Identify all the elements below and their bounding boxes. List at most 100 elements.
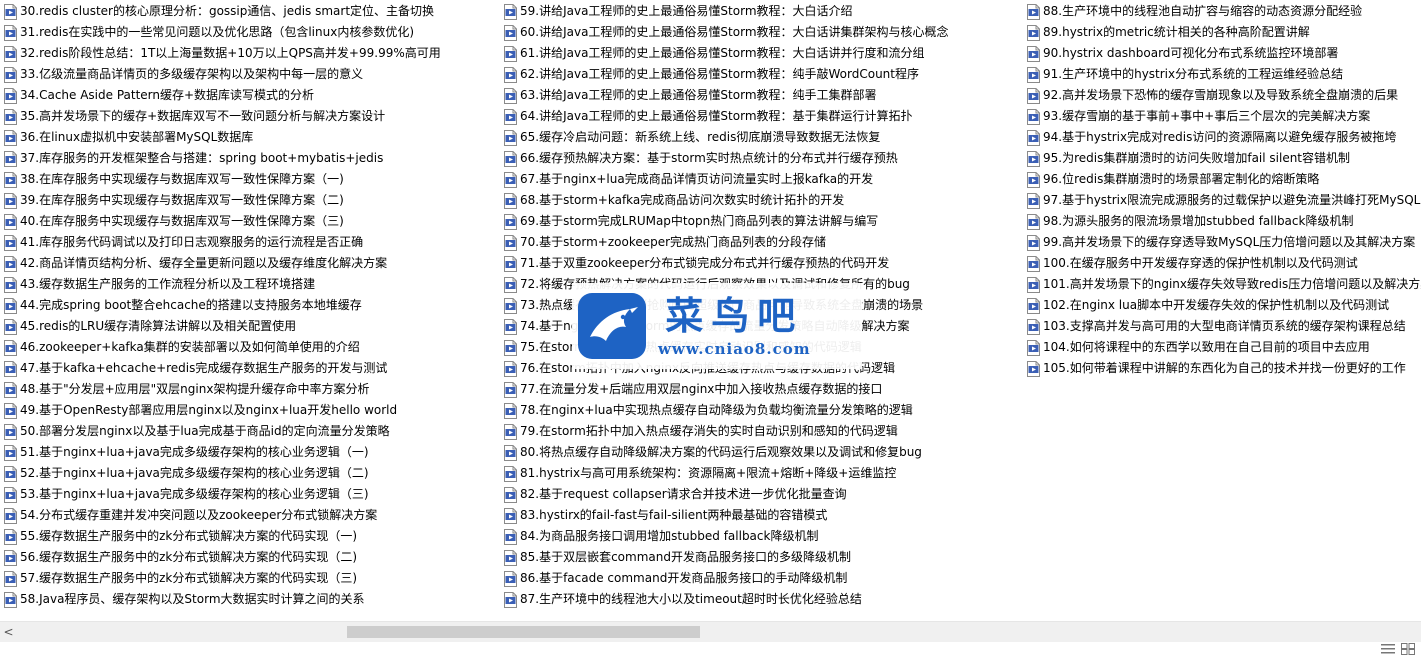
file-item[interactable]: 35.高并发场景下的缓存+数据库双写不一致问题分析与解决方案设计 xyxy=(4,106,494,127)
file-item[interactable]: 43.缓存数据生产服务的工作流程分析以及工程环境搭建 xyxy=(4,274,494,295)
scroll-thumb[interactable] xyxy=(347,626,700,638)
video-file-icon xyxy=(4,528,17,545)
video-file-icon xyxy=(1027,360,1040,377)
file-item[interactable]: 31.redis在实践中的一些常见问题以及优化思路（包含linux内核参数优化) xyxy=(4,22,494,43)
file-item[interactable]: 102.在nginx lua脚本中开发缓存失效的保护性机制以及代码测试 xyxy=(1027,295,1421,316)
file-item[interactable]: 53.基于nginx+lua+java完成多级缓存架构的核心业务逻辑（三) xyxy=(4,484,494,505)
file-item[interactable]: 101.高并发场景下的nginx缓存失效导致redis压力倍增问题以及解决方案 xyxy=(1027,274,1421,295)
file-item[interactable]: 50.部署分发层nginx以及基于lua完成基于商品id的定向流量分发策略 xyxy=(4,421,494,442)
file-item[interactable]: 56.缓存数据生产服务中的zk分布式锁解决方案的代码实现（二) xyxy=(4,547,494,568)
file-item[interactable]: 91.生产环境中的hystrix分布式系统的工程运维经验总结 xyxy=(1027,64,1421,85)
file-item[interactable]: 77.在流量分发+后端应用双层nginx中加入接收热点缓存数据的接口 xyxy=(504,379,1020,400)
file-item[interactable]: 94.基于hystrix完成对redis访问的资源隔离以避免缓存服务被拖垮 xyxy=(1027,127,1421,148)
file-item[interactable]: 64.讲给Java工程师的史上最通俗易懂Storm教程：基于集群运行计算拓扑 xyxy=(504,106,1020,127)
file-item[interactable]: 52.基于nginx+lua+java完成多级缓存架构的核心业务逻辑（二) xyxy=(4,463,494,484)
file-item[interactable]: 66.缓存预热解决方案：基于storm实时热点统计的分布式并行缓存预热 xyxy=(504,148,1020,169)
file-item[interactable]: 30.redis cluster的核心原理分析：gossip通信、jedis s… xyxy=(4,1,494,22)
file-item[interactable]: 96.位redis集群崩溃时的场景部署定制化的熔断策略 xyxy=(1027,169,1421,190)
file-item[interactable]: 38.在库存服务中实现缓存与数据库双写一致性保障方案（一) xyxy=(4,169,494,190)
file-item[interactable]: 88.生产环境中的线程池自动扩容与缩容的动态资源分配经验 xyxy=(1027,1,1421,22)
watermark-title: 菜鸟吧 xyxy=(665,293,804,338)
file-item[interactable]: 39.在库存服务中实现缓存与数据库双写一致性保障方案（二) xyxy=(4,190,494,211)
file-item[interactable]: 48.基于"分发层+应用层"双层nginx架构提升缓存命中率方案分析 xyxy=(4,379,494,400)
file-item[interactable]: 42.商品详情页结构分析、缓存全量更新问题以及缓存维度化解决方案 xyxy=(4,253,494,274)
file-item[interactable]: 84.为商品服务接口调用增加stubbed fallback降级机制 xyxy=(504,526,1020,547)
scroll-left-arrow[interactable]: < xyxy=(0,622,17,642)
file-name: 85.基于双层嵌套command开发商品服务接口的多级降级机制 xyxy=(520,550,851,564)
file-item[interactable]: 36.在linux虚拟机中安装部署MySQL数据库 xyxy=(4,127,494,148)
file-item[interactable]: 98.为源头服务的限流场景增加stubbed fallback降级机制 xyxy=(1027,211,1421,232)
file-item[interactable]: 80.将热点缓存自动降级解决方案的代码运行后观察效果以及调试和修复bug xyxy=(504,442,1020,463)
file-item[interactable]: 93.缓存雪崩的基于事前+事中+事后三个层次的完美解决方案 xyxy=(1027,106,1421,127)
file-item[interactable]: 86.基于facade command开发商品服务接口的手动降级机制 xyxy=(504,568,1020,589)
file-name: 93.缓存雪崩的基于事前+事中+事后三个层次的完美解决方案 xyxy=(1043,109,1371,123)
file-name: 96.位redis集群崩溃时的场景部署定制化的熔断策略 xyxy=(1043,172,1320,186)
video-file-icon xyxy=(4,150,17,167)
file-item[interactable]: 103.支撑高并发与高可用的大型电商详情页系统的缓存架构课程总结 xyxy=(1027,316,1421,337)
file-item[interactable]: 62.讲给Java工程师的史上最通俗易懂Storm教程：纯手敲WordCount… xyxy=(504,64,1020,85)
file-item[interactable]: 97.基于hystrix限流完成源服务的过载保护以避免流量洪峰打死MySQL xyxy=(1027,190,1421,211)
large-icons-view-icon[interactable] xyxy=(1401,643,1415,655)
file-item[interactable]: 92.高并发场景下恐怖的缓存雪崩现象以及导致系统全盘崩溃的后果 xyxy=(1027,85,1421,106)
file-item[interactable]: 58.Java程序员、缓存架构以及Storm大数据实时计算之间的关系 xyxy=(4,589,494,610)
video-file-icon xyxy=(504,507,517,524)
file-item[interactable]: 79.在storm拓扑中加入热点缓存消失的实时自动识别和感知的代码逻辑 xyxy=(504,421,1020,442)
file-name: 95.为redis集群崩溃时的访问失败增加fail silent容错机制 xyxy=(1043,151,1351,165)
file-item[interactable]: 47.基于kafka+ehcache+redis完成缓存数据生产服务的开发与测试 xyxy=(4,358,494,379)
file-item[interactable]: 49.基于OpenResty部署应用层nginx以及nginx+lua开发hel… xyxy=(4,400,494,421)
video-file-icon xyxy=(504,108,517,125)
file-name: 65.缓存冷启动问题：新系统上线、redis彻底崩溃导致数据无法恢复 xyxy=(520,130,881,144)
file-item[interactable]: 83.hystirx的fail-fast与fail-silient两种最基础的容… xyxy=(504,505,1020,526)
file-name: 91.生产环境中的hystrix分布式系统的工程运维经验总结 xyxy=(1043,67,1344,81)
file-item[interactable]: 78.在nginx+lua中实现热点缓存自动降级为负载均衡流量分发策略的逻辑 xyxy=(504,400,1020,421)
file-name: 35.高并发场景下的缓存+数据库双写不一致问题分析与解决方案设计 xyxy=(20,109,386,123)
file-item[interactable]: 59.讲给Java工程师的史上最通俗易懂Storm教程：大白话介绍 xyxy=(504,1,1020,22)
file-item[interactable]: 44.完成spring boot整合ehcache的搭建以支持服务本地堆缓存 xyxy=(4,295,494,316)
file-item[interactable]: 55.缓存数据生产服务中的zk分布式锁解决方案的代码实现（一) xyxy=(4,526,494,547)
file-item[interactable]: 68.基于storm+kafka完成商品访问次数实时统计拓扑的开发 xyxy=(504,190,1020,211)
file-item[interactable]: 85.基于双层嵌套command开发商品服务接口的多级降级机制 xyxy=(504,547,1020,568)
file-column-3: 88.生产环境中的线程池自动扩容与缩容的动态资源分配经验 89.hystrix的… xyxy=(1027,1,1421,379)
file-item[interactable]: 37.库存服务的开发框架整合与搭建：spring boot+mybatis+je… xyxy=(4,148,494,169)
file-name: 37.库存服务的开发框架整合与搭建：spring boot+mybatis+je… xyxy=(20,151,384,165)
file-item[interactable]: 100.在缓存服务中开发缓存穿透的保护性机制以及代码测试 xyxy=(1027,253,1421,274)
file-item[interactable]: 71.基于双重zookeeper分布式锁完成分布式并行缓存预热的代码开发 xyxy=(504,253,1020,274)
file-item[interactable]: 99.高并发场景下的缓存穿透导致MySQL压力倍增问题以及其解决方案 xyxy=(1027,232,1421,253)
file-item[interactable]: 95.为redis集群崩溃时的访问失败增加fail silent容错机制 xyxy=(1027,148,1421,169)
file-item[interactable]: 90.hystrix dashboard可视化分布式系统监控环境部署 xyxy=(1027,43,1421,64)
file-item[interactable]: 105.如何带着课程中讲解的东西化为自己的技术并找一份更好的工作 xyxy=(1027,358,1421,379)
horizontal-scrollbar[interactable]: < xyxy=(0,621,1421,642)
file-item[interactable]: 32.redis阶段性总结：1T以上海量数据+10万以上QPS高并发+99.99… xyxy=(4,43,494,64)
file-item[interactable]: 104.如何将课程中的东西学以致用在自己目前的项目中去应用 xyxy=(1027,337,1421,358)
file-item[interactable]: 69.基于storm完成LRUMap中topn热门商品列表的算法讲解与编写 xyxy=(504,211,1020,232)
file-item[interactable]: 33.亿级流量商品详情页的多级缓存架构以及架构中每一层的意义 xyxy=(4,64,494,85)
file-name: 78.在nginx+lua中实现热点缓存自动降级为负载均衡流量分发策略的逻辑 xyxy=(520,403,913,417)
file-item[interactable]: 63.讲给Java工程师的史上最通俗易懂Storm教程：纯手工集群部署 xyxy=(504,85,1020,106)
file-name: 51.基于nginx+lua+java完成多级缓存架构的核心业务逻辑（一) xyxy=(20,445,369,459)
file-item[interactable]: 60.讲给Java工程师的史上最通俗易懂Storm教程：大白话讲集群架构与核心概… xyxy=(504,22,1020,43)
file-item[interactable]: 82.基于request collapser请求合并技术进一步优化批量查询 xyxy=(504,484,1020,505)
file-item[interactable]: 54.分布式缓存重建并发冲突问题以及zookeeper分布式锁解决方案 xyxy=(4,505,494,526)
file-name: 50.部署分发层nginx以及基于lua完成基于商品id的定向流量分发策略 xyxy=(20,424,390,438)
file-item[interactable]: 57.缓存数据生产服务中的zk分布式锁解决方案的代码实现（三) xyxy=(4,568,494,589)
file-item[interactable]: 45.redis的LRU缓存清除算法讲解以及相关配置使用 xyxy=(4,316,494,337)
file-name: 100.在缓存服务中开发缓存穿透的保护性机制以及代码测试 xyxy=(1043,256,1358,270)
file-item[interactable]: 67.基于nginx+lua完成商品详情页访问流量实时上报kafka的开发 xyxy=(504,169,1020,190)
file-name: 43.缓存数据生产服务的工作流程分析以及工程环境搭建 xyxy=(20,277,316,291)
file-item[interactable]: 65.缓存冷启动问题：新系统上线、redis彻底崩溃导致数据无法恢复 xyxy=(504,127,1020,148)
file-item[interactable]: 51.基于nginx+lua+java完成多级缓存架构的核心业务逻辑（一) xyxy=(4,442,494,463)
file-item[interactable]: 34.Cache Aside Pattern缓存+数据库读写模式的分析 xyxy=(4,85,494,106)
file-name: 45.redis的LRU缓存清除算法讲解以及相关配置使用 xyxy=(20,319,297,333)
file-name: 42.商品详情页结构分析、缓存全量更新问题以及缓存维度化解决方案 xyxy=(20,256,388,270)
video-file-icon xyxy=(1027,150,1040,167)
file-item[interactable]: 81.hystrix与高可用系统架构：资源隔离+限流+熔断+降级+运维监控 xyxy=(504,463,1020,484)
file-item[interactable]: 40.在库存服务中实现缓存与数据库双写一致性保障方案（三) xyxy=(4,211,494,232)
file-item[interactable]: 70.基于storm+zookeeper完成热门商品列表的分段存储 xyxy=(504,232,1020,253)
file-item[interactable]: 41.库存服务代码调试以及打印日志观察服务的运行流程是否正确 xyxy=(4,232,494,253)
file-item[interactable]: 61.讲给Java工程师的史上最通俗易懂Storm教程：大白话讲并行度和流分组 xyxy=(504,43,1020,64)
file-item[interactable]: 87.生产环境中的线程池大小以及timeout超时时长优化经验总结 xyxy=(504,589,1020,610)
file-item[interactable]: 89.hystrix的metric统计相关的各种高阶配置讲解 xyxy=(1027,22,1421,43)
details-view-icon[interactable] xyxy=(1381,643,1395,655)
video-file-icon xyxy=(504,24,517,41)
file-item[interactable]: 46.zookeeper+kafka集群的安装部署以及如何简单使用的介绍 xyxy=(4,337,494,358)
